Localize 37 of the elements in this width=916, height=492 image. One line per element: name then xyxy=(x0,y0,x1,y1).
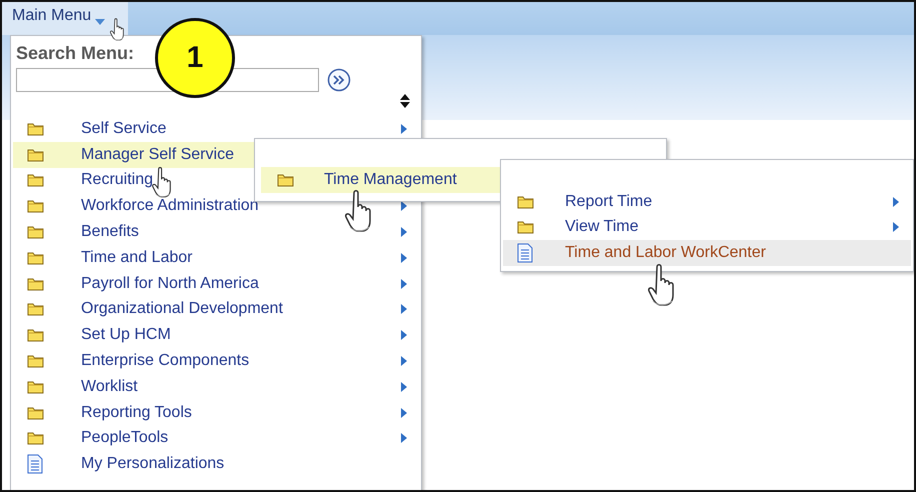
menu-item[interactable]: Self Service xyxy=(13,116,419,142)
document-icon xyxy=(517,242,533,263)
folder-icon xyxy=(27,276,44,291)
search-go-icon[interactable] xyxy=(327,68,351,92)
document-icon xyxy=(27,454,43,474)
menu-item[interactable]: Time and Labor xyxy=(13,244,419,271)
dropdown-caret-icon xyxy=(95,19,106,25)
menu-item[interactable]: Time and Labor WorkCenter xyxy=(503,240,911,266)
main-menu-tab[interactable]: Main Menu xyxy=(2,2,128,35)
folder-icon xyxy=(27,250,44,265)
folder-icon xyxy=(27,354,44,368)
folder-icon xyxy=(277,173,294,187)
menu-item[interactable]: My Personalizations xyxy=(13,451,419,478)
menu-item[interactable]: View Time xyxy=(503,214,911,240)
menu-item[interactable]: Set Up HCM xyxy=(13,322,419,348)
folder-icon xyxy=(27,148,44,162)
menu-item[interactable]: Payroll for North America xyxy=(13,270,419,297)
menu-item[interactable]: Reporting Tools xyxy=(13,400,419,426)
search-menu-label: Search Menu: xyxy=(16,43,134,64)
menu-item[interactable]: Worklist xyxy=(13,374,419,400)
folder-icon xyxy=(517,220,534,234)
sort-icon[interactable] xyxy=(400,94,410,108)
folder-icon xyxy=(27,431,44,446)
folder-icon xyxy=(27,173,44,188)
folder-icon xyxy=(27,199,44,214)
menu-item[interactable]: Benefits xyxy=(13,219,419,245)
folder-icon xyxy=(517,194,534,209)
folder-icon xyxy=(27,302,44,316)
menu-item[interactable]: Organizational Development xyxy=(13,296,419,322)
folder-icon xyxy=(27,380,44,394)
menu-item[interactable]: PeopleTools xyxy=(13,426,419,452)
menu-item[interactable]: Enterprise Components xyxy=(13,348,419,374)
folder-icon xyxy=(27,225,44,240)
folder-icon xyxy=(27,122,44,136)
hand-cursor-icon xyxy=(152,167,174,199)
folder-icon xyxy=(27,406,44,420)
folder-icon xyxy=(27,328,44,342)
